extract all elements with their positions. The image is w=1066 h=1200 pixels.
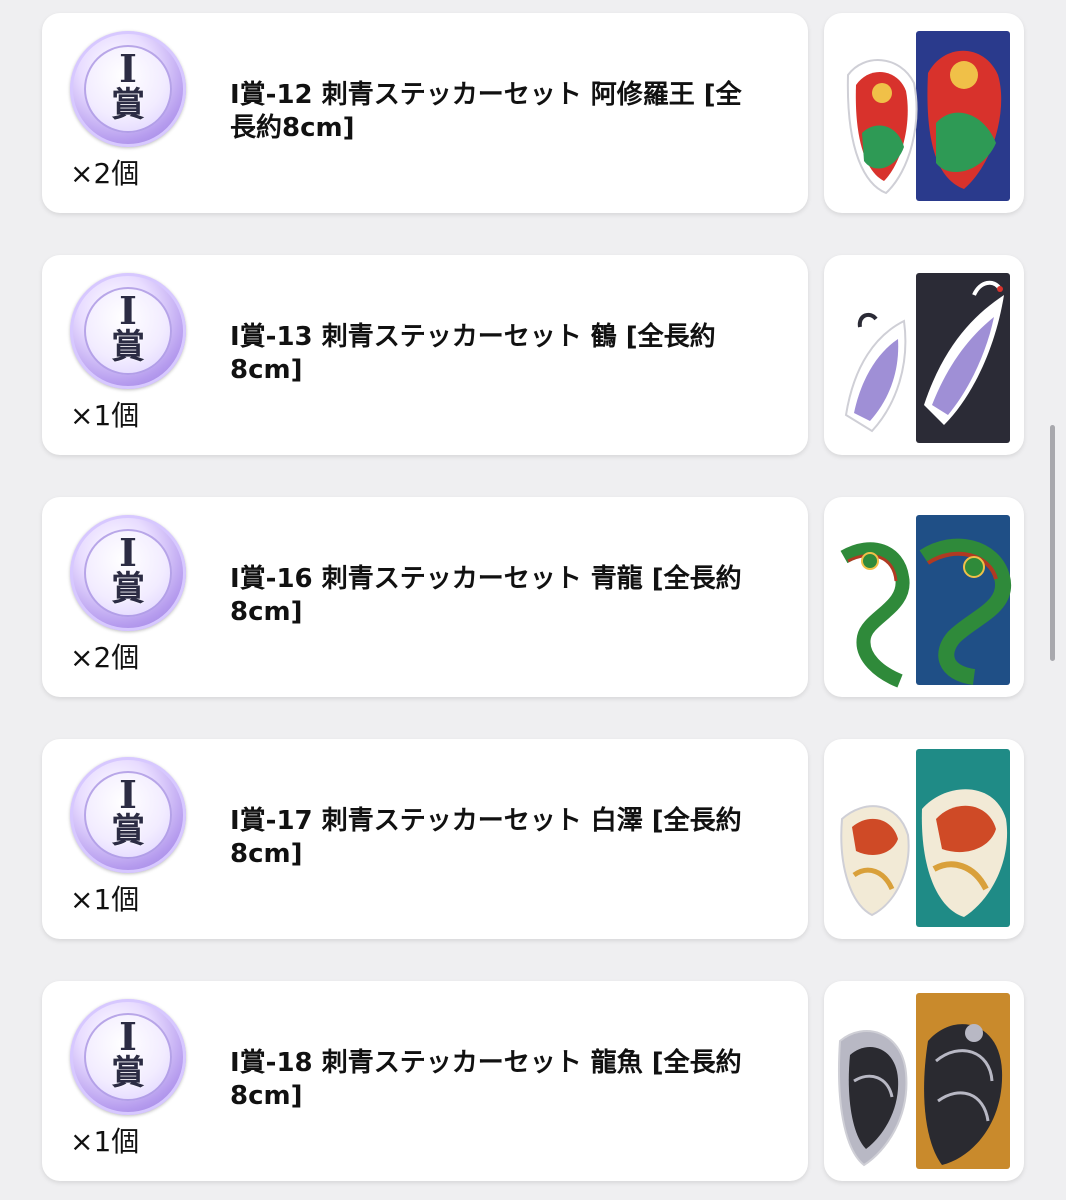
prize-rank-badge-icon: I 賞 — [70, 515, 186, 631]
prize-rank-badge-icon: I 賞 — [70, 999, 186, 1115]
prize-list: I 賞 I賞-12 刺青ステッカーセット 阿修羅王 [全長約8cm] ×2個 I… — [0, 0, 1066, 1200]
prize-thumbnail[interactable] — [824, 739, 1024, 939]
prize-card[interactable]: I 賞 I賞-16 刺青ステッカーセット 青龍 [全長約8cm] ×2個 — [42, 497, 808, 697]
prize-row-i-16[interactable]: I 賞 I賞-16 刺青ステッカーセット 青龍 [全長約8cm] ×2個 — [42, 497, 1024, 697]
prize-rank-badge-icon: I 賞 — [70, 31, 186, 147]
prize-title: I賞-18 刺青ステッカーセット 龍魚 [全長約8cm] — [230, 1048, 742, 1111]
prize-quantity: ×2個 — [70, 641, 140, 674]
prize-title: I賞-16 刺青ステッカーセット 青龍 [全長約8cm] — [230, 564, 742, 627]
prize-thumbnail[interactable] — [824, 497, 1024, 697]
prize-title: I賞-13 刺青ステッカーセット 鶴 [全長約8cm] — [230, 322, 716, 385]
prize-row-i-17[interactable]: I 賞 I賞-17 刺青ステッカーセット 白澤 [全長約8cm] ×1個 — [42, 739, 1024, 939]
vertical-scrollbar[interactable] — [1050, 425, 1055, 661]
sticker-set-image — [838, 993, 1010, 1169]
prize-title: I賞-12 刺青ステッカーセット 阿修羅王 [全長約8cm] — [230, 80, 742, 143]
prize-card[interactable]: I 賞 I賞-17 刺青ステッカーセット 白澤 [全長約8cm] ×1個 — [42, 739, 808, 939]
prize-quantity: ×2個 — [70, 157, 140, 190]
prize-row-i-18[interactable]: I 賞 I賞-18 刺青ステッカーセット 龍魚 [全長約8cm] ×1個 — [42, 981, 1024, 1181]
prize-card[interactable]: I 賞 I賞-13 刺青ステッカーセット 鶴 [全長約8cm] ×1個 — [42, 255, 808, 455]
prize-rank-badge-icon: I 賞 — [70, 273, 186, 389]
sticker-set-image — [840, 749, 1010, 927]
sticker-set-image — [844, 273, 1010, 443]
prize-row-i-13[interactable]: I 賞 I賞-13 刺青ステッカーセット 鶴 [全長約8cm] ×1個 — [42, 255, 1024, 455]
prize-quantity: ×1個 — [70, 1125, 140, 1158]
prize-card[interactable]: I 賞 I賞-12 刺青ステッカーセット 阿修羅王 [全長約8cm] ×2個 — [42, 13, 808, 213]
prize-thumbnail[interactable] — [824, 13, 1024, 213]
prize-rank-badge-icon: I 賞 — [70, 757, 186, 873]
sticker-set-image — [840, 515, 1012, 688]
prize-thumbnail[interactable] — [824, 981, 1024, 1181]
prize-thumbnail[interactable] — [824, 255, 1024, 455]
prize-title: I賞-17 刺青ステッカーセット 白澤 [全長約8cm] — [230, 806, 742, 869]
prize-card[interactable]: I 賞 I賞-18 刺青ステッカーセット 龍魚 [全長約8cm] ×1個 — [42, 981, 808, 1181]
sticker-set-image — [846, 31, 1010, 201]
prize-row-i-12[interactable]: I 賞 I賞-12 刺青ステッカーセット 阿修羅王 [全長約8cm] ×2個 — [42, 13, 1024, 213]
prize-quantity: ×1個 — [70, 399, 140, 432]
prize-quantity: ×1個 — [70, 883, 140, 916]
